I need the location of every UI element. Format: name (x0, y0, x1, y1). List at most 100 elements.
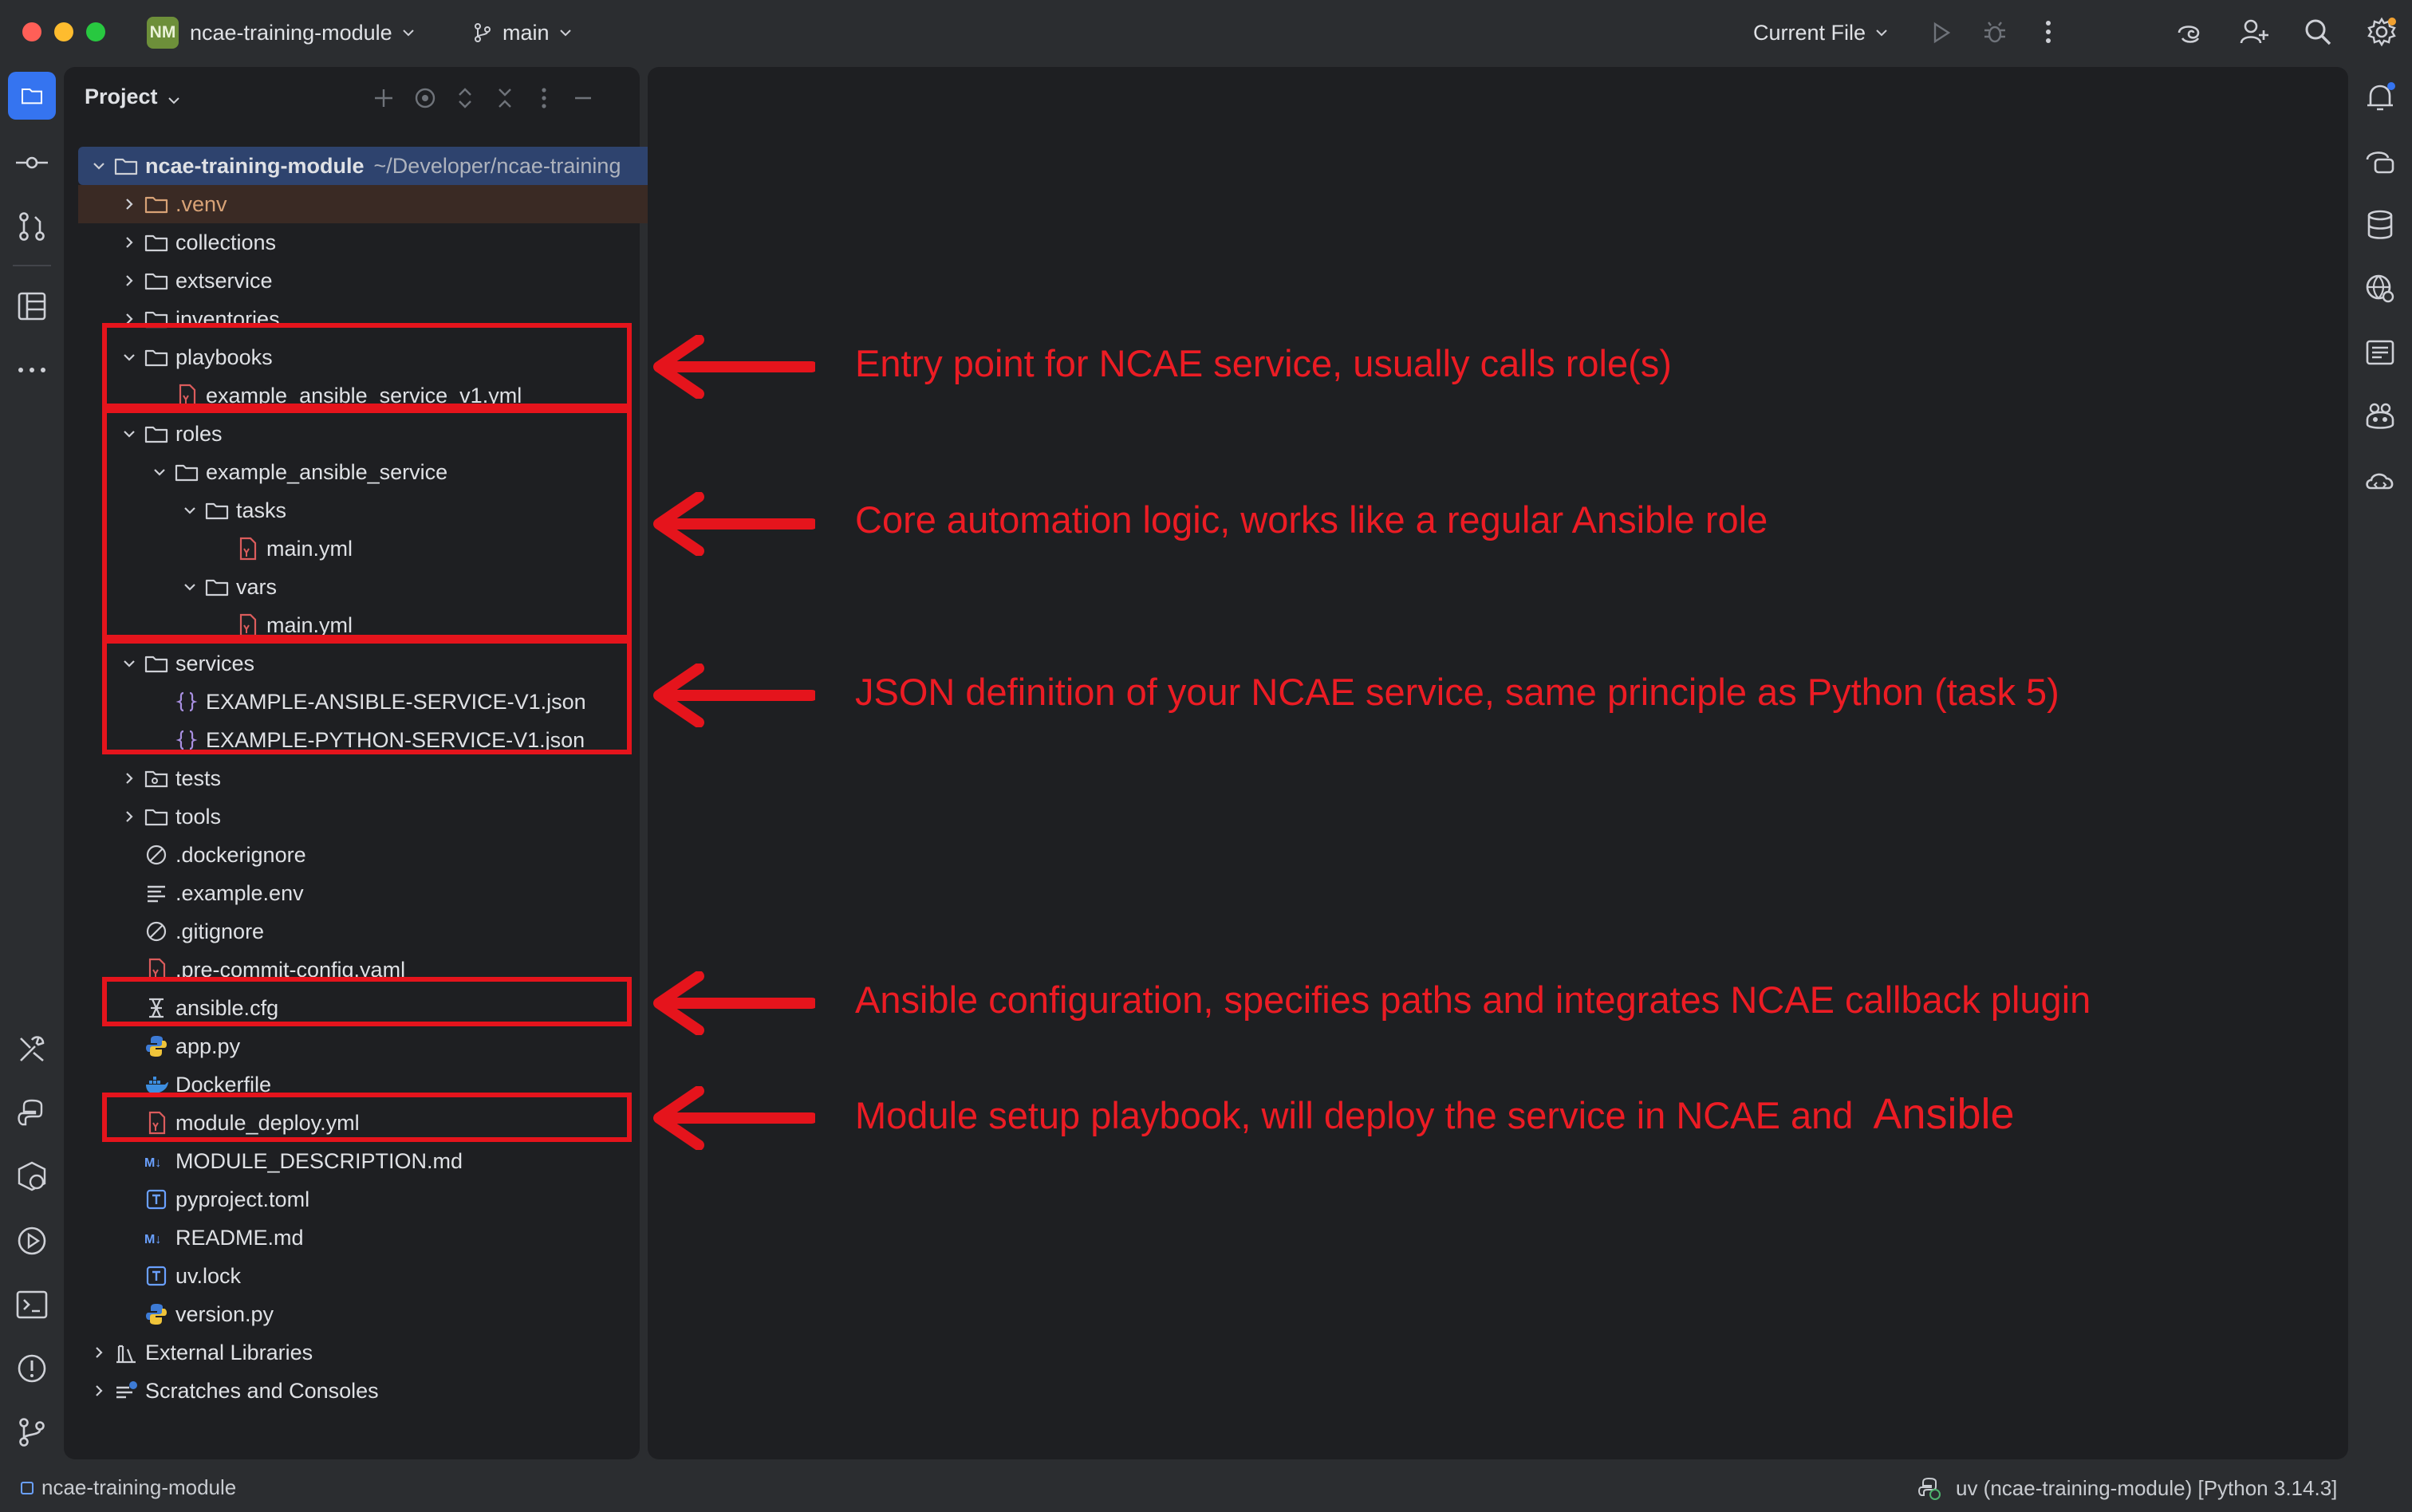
module-icon (21, 1481, 34, 1494)
folder-icon (113, 153, 139, 179)
git-branch-icon (472, 22, 493, 43)
structure-icon[interactable] (14, 289, 49, 324)
terminal-icon[interactable] (14, 1287, 49, 1322)
tree-item-label: collections (175, 230, 277, 254)
debug-icon[interactable] (1981, 19, 2008, 46)
problems-icon[interactable] (14, 1351, 49, 1386)
close-window-button[interactable] (22, 22, 41, 41)
tree-item-label: README.md (175, 1225, 304, 1250)
settings-gear-icon[interactable] (2366, 16, 2398, 48)
new-file-icon[interactable] (370, 85, 397, 112)
chevron-right-icon[interactable] (118, 231, 140, 254)
chevron-down-icon (166, 89, 182, 105)
chevron-right-icon[interactable] (118, 767, 140, 789)
interpreter-icon (1916, 1475, 1941, 1501)
title-bar: NM ncae-training-module main Current Fil… (0, 0, 2412, 65)
tree-item-label: uv.lock (175, 1263, 242, 1288)
run-icon[interactable] (1927, 19, 1954, 46)
add-user-icon[interactable] (2238, 16, 2270, 48)
arrow-left-icon (653, 971, 815, 1035)
tree-item[interactable]: pyproject.toml (78, 1180, 705, 1219)
test-folder-icon (144, 766, 169, 791)
zoom-window-button[interactable] (86, 22, 105, 41)
build-tools-icon[interactable] (14, 1032, 49, 1067)
options-icon[interactable] (534, 85, 554, 112)
notifications-bell-icon[interactable] (2363, 80, 2398, 115)
right-tool-window-bar (2348, 65, 2412, 1459)
copilot-icon[interactable] (2363, 399, 2398, 434)
run-configuration-selector[interactable]: Current File (1753, 16, 1890, 49)
tree-item[interactable]: tools (78, 797, 705, 836)
python-packages-icon[interactable] (14, 1096, 49, 1131)
collapse-all-icon[interactable] (491, 85, 518, 112)
tree-item[interactable]: .venv (78, 185, 705, 223)
run-config-label: Current File (1753, 20, 1866, 45)
database-icon[interactable] (2363, 207, 2398, 242)
chevron-right-icon[interactable] (118, 270, 140, 292)
project-folder-icon[interactable] (8, 72, 56, 120)
ai-assistant-icon[interactable] (2173, 18, 2205, 48)
folder-icon (144, 230, 169, 255)
annotation-services: JSON definition of your NCAE service, sa… (855, 671, 2059, 713)
pull-requests-icon[interactable] (14, 209, 49, 244)
git-icon[interactable] (14, 1415, 49, 1450)
documentation-icon[interactable] (2363, 335, 2398, 370)
tree-item[interactable]: tests (78, 759, 705, 797)
svg-text:M↓: M↓ (144, 1233, 161, 1246)
tree-item[interactable]: Scratches and Consoles (78, 1372, 705, 1410)
left-tool-window-bar (0, 65, 64, 1459)
highlight-box-playbooks (102, 323, 632, 408)
chevron-right-icon[interactable] (88, 1341, 110, 1364)
markdown-file-icon: M↓ (144, 1148, 169, 1174)
annotation-module-deploy: Module setup playbook, will deploy the s… (855, 1089, 2015, 1139)
tree-item[interactable]: app.py (78, 1027, 705, 1065)
ai-chat-icon[interactable] (2363, 144, 2398, 179)
minimize-window-button[interactable] (54, 22, 73, 41)
branch-switcher[interactable]: main (472, 16, 573, 49)
chevron-right-icon[interactable] (118, 193, 140, 215)
editor-area (648, 67, 2348, 1459)
select-opened-file-icon[interactable] (412, 85, 439, 112)
tree-item[interactable]: ncae-training-module ~/Developer/ncae-tra… (78, 147, 700, 185)
tree-item[interactable]: extservice (78, 262, 705, 300)
project-name: ncae-training-module (190, 20, 392, 45)
commit-icon[interactable] (14, 145, 49, 180)
python-interpreter-widget[interactable]: uv (ncae-training-module) [Python 3.14.3… (1916, 1475, 2337, 1501)
project-view-selector[interactable]: Project (85, 85, 182, 109)
search-icon[interactable] (2302, 16, 2334, 48)
chevron-right-icon[interactable] (118, 805, 140, 828)
more-tool-windows-icon[interactable] (14, 352, 49, 388)
tree-item[interactable]: .gitignore (78, 912, 705, 951)
tree-item[interactable]: uv.lock (78, 1257, 705, 1295)
tree-item[interactable]: M↓ README.md (78, 1219, 705, 1257)
tree-item-label: extservice (175, 268, 273, 293)
tree-item[interactable]: M↓ MODULE_DESCRIPTION.md (78, 1142, 705, 1180)
arrow-left-icon (653, 335, 815, 399)
expand-all-icon[interactable] (451, 85, 479, 112)
more-actions-icon[interactable] (2039, 18, 2058, 46)
status-project-breadcrumb[interactable]: ncae-training-module (21, 1475, 236, 1500)
chevron-right-icon[interactable] (88, 1380, 110, 1402)
tree-item[interactable]: .example.env (78, 874, 705, 912)
tree-item[interactable]: collections (78, 223, 705, 262)
tree-item[interactable]: .dockerignore (78, 836, 705, 874)
tree-item[interactable]: External Libraries (78, 1333, 705, 1372)
services-icon[interactable] (14, 1160, 49, 1195)
chevron-down-icon (558, 25, 573, 41)
ignore-file-icon (144, 919, 169, 944)
highlight-box-module-deploy (102, 1093, 632, 1142)
cloud-code-icon[interactable] (2363, 463, 2398, 498)
folder-icon (144, 804, 169, 829)
hide-panel-icon[interactable] (570, 85, 597, 112)
folder-icon (144, 191, 169, 217)
project-switcher[interactable]: NM ncae-training-module (147, 16, 416, 49)
chevron-down-icon[interactable] (88, 155, 110, 177)
tree-item[interactable]: version.py (78, 1295, 705, 1333)
run-tool-icon[interactable] (14, 1223, 49, 1258)
endpoints-globe-icon[interactable] (2363, 271, 2398, 306)
